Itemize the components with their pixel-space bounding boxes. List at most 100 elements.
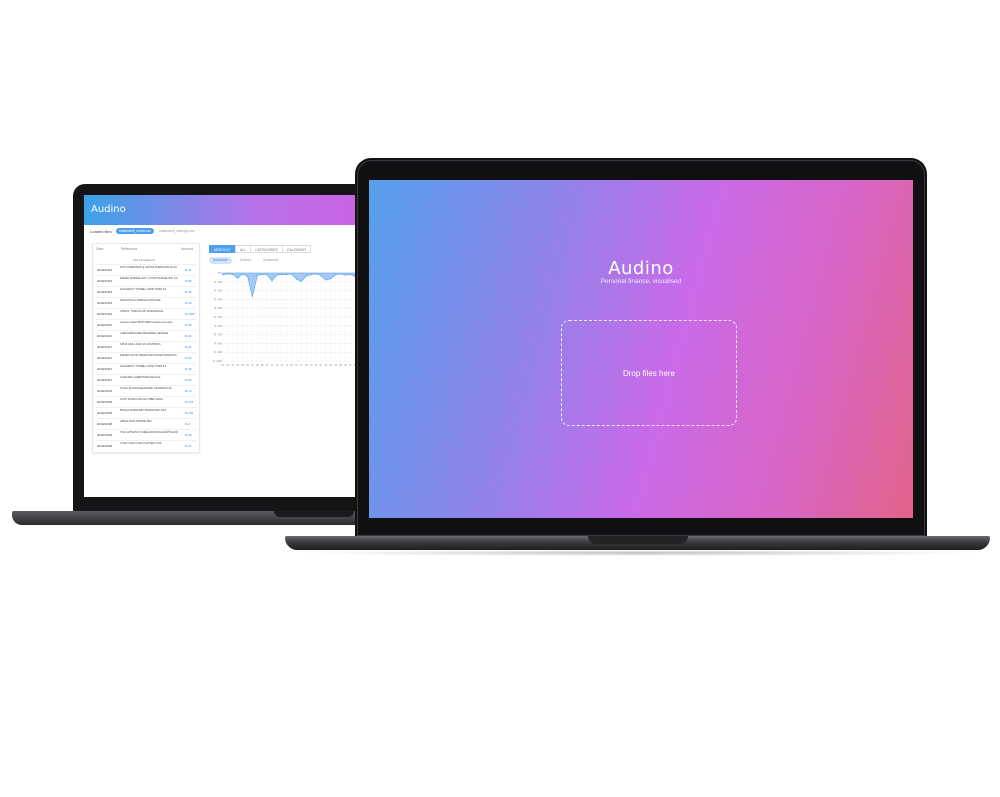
- x-tick-label: 13: [280, 364, 283, 367]
- table-row[interactable]: 2019/10/23 ENGEN MODDEL BAY 1 STOP MOSSEL…: [95, 275, 197, 286]
- data-point[interactable]: [251, 296, 253, 298]
- row-date: 2019/10/23: [97, 312, 113, 316]
- table-row[interactable]: 2019/10/21 SPUR GRILL AND GO PASTBOKS R-62: [95, 341, 197, 352]
- x-tick-label: 26: [344, 364, 347, 367]
- data-point[interactable]: [242, 273, 244, 275]
- x-tick-label: 06: [246, 364, 249, 367]
- row-amount: R-100: [185, 411, 194, 415]
- y-tick-label: R -300: [214, 297, 222, 301]
- month-tab-october[interactable]: October: [236, 257, 255, 264]
- table-row[interactable]: 2019/10/23 HUGUENOT TUNNEL CAPE TOWN ZA R-…: [95, 286, 197, 297]
- row-date: 2019/10/21: [97, 345, 113, 349]
- table-row[interactable]: 2019/10/18 BOOGA BURGUNDY BURGUNDY EST R-1…: [95, 407, 197, 418]
- transactions-table: Date Reference Amount 100 transactions 2…: [92, 243, 200, 453]
- x-tick-label: 02: [227, 364, 230, 367]
- row-date: 2019/10/23: [97, 279, 113, 283]
- x-tick-label: 08: [256, 364, 259, 367]
- tab-categories[interactable]: CATEGORIES: [250, 245, 283, 253]
- table-row[interactable]: 2019/10/21 HUGUENOT TUNNEL CAPE TOWN ZA R-…: [95, 363, 197, 374]
- x-tick-label: 07: [251, 364, 254, 367]
- x-tick-label: 27: [349, 364, 352, 367]
- row-amount: R-80: [185, 279, 192, 283]
- x-tick-label: 04: [236, 364, 239, 367]
- series-area: [222, 272, 366, 297]
- row-amount: R-45: [185, 367, 192, 371]
- table-row[interactable]: 2019/10/22 Amazon Video*MT8Y48RI4 amazon.…: [95, 319, 197, 330]
- row-date: 2019/10/18: [97, 411, 113, 415]
- data-point[interactable]: [320, 275, 322, 277]
- data-point[interactable]: [237, 277, 239, 279]
- row-amount: R-1000: [185, 312, 195, 316]
- table-row[interactable]: 2019/10/18 AUTO WORLD MOJAG SIBETHAGS R-27…: [95, 396, 197, 407]
- table-row[interactable]: 2019/10/18 TSA KAPTEIN KYLMEHAND BOOGAKAP…: [95, 429, 197, 440]
- row-date: 2019/10/18: [97, 433, 113, 437]
- x-tick-label: 22: [324, 364, 327, 367]
- data-point[interactable]: [300, 280, 302, 282]
- row-reference: TSA KAPTEIN KYLMEHAND BOOGAKAPTAHOR: [120, 431, 178, 434]
- file-dropzone[interactable]: Drop files here: [561, 320, 737, 426]
- table-row[interactable]: 2019/10/24 WTC DURBANVILLE 145782 DURBANV…: [95, 264, 197, 275]
- table-row[interactable]: 2019/10/21 ENGEN 1STOP WINELAND KRAAIFONT…: [95, 352, 197, 363]
- column-header-date[interactable]: Date: [96, 247, 103, 251]
- table-row[interactable]: 2019/10/21 ALOE DELI ALBERTINIA Albertini…: [95, 374, 197, 385]
- file-chip-credit[interactable]: statement_credit.csv: [116, 228, 155, 234]
- row-amount: R-90: [185, 356, 192, 360]
- tab-calendar[interactable]: CALENDAR: [281, 245, 311, 253]
- y-tick-label: R -100: [214, 280, 222, 284]
- data-point[interactable]: [291, 273, 293, 275]
- data-point[interactable]: [261, 273, 263, 275]
- row-date: 2019/10/21: [97, 378, 113, 382]
- table-row[interactable]: 2019/10/21 CHECKERS EDEN MEANDER GEORGE R-…: [95, 330, 197, 341]
- row-reference: HUGUENOT TUNNEL CAPE TOWN ZA: [120, 365, 167, 368]
- tab-all[interactable]: ALL: [234, 245, 252, 253]
- x-tick-label: 23: [329, 364, 332, 367]
- data-point[interactable]: [295, 278, 297, 280]
- y-tick-label: R 0: [218, 271, 223, 275]
- loaded-files-label: Loaded files: [90, 229, 112, 234]
- table-row[interactable]: 2019/10/23 #SNOWTICH TRANSACTION FEE R-20: [95, 297, 197, 308]
- month-tab-november[interactable]: November: [209, 257, 232, 264]
- data-point[interactable]: [315, 273, 317, 275]
- data-point[interactable]: [349, 273, 351, 275]
- row-amount: R-50: [185, 433, 192, 437]
- data-point[interactable]: [276, 274, 278, 276]
- row-date: 2019/10/18: [97, 400, 113, 404]
- data-point[interactable]: [246, 275, 248, 277]
- data-point[interactable]: [340, 273, 342, 275]
- x-tick-label: 19: [310, 364, 313, 367]
- data-point[interactable]: [325, 279, 327, 281]
- data-point[interactable]: [227, 273, 229, 275]
- table-row[interactable]: 2019/10/18 APPLE PAID AIRTIME R02 R-2: [95, 418, 197, 429]
- data-point[interactable]: [256, 275, 258, 277]
- file-chip-savings[interactable]: statement_savings.csv: [159, 229, 194, 233]
- row-date: 2019/10/24: [97, 268, 113, 272]
- table-row[interactable]: 2019/10/23 ATMOS, TOMLOC A/F RIVERSDALE R-…: [95, 308, 197, 319]
- x-tick-label: 11: [271, 364, 274, 367]
- table-row[interactable]: 2019/10/19 TOTAL RH MANNELDHOEK PASTBOKS …: [95, 385, 197, 396]
- column-header-amount[interactable]: Amount: [181, 247, 193, 251]
- data-point[interactable]: [281, 273, 283, 275]
- data-point[interactable]: [222, 274, 224, 276]
- data-point[interactable]: [305, 275, 307, 277]
- data-point[interactable]: [344, 274, 346, 276]
- data-point[interactable]: [232, 273, 234, 275]
- data-point[interactable]: [266, 274, 268, 276]
- data-point[interactable]: [286, 274, 288, 276]
- row-date: 2019/10/18: [97, 422, 113, 426]
- x-tick-label: 09: [261, 364, 264, 367]
- data-point[interactable]: [335, 274, 337, 276]
- month-tab-september[interactable]: September: [259, 257, 283, 264]
- table-row[interactable]: 2019/10/18 LOVE CAKE CAFE PLATTEKLOOF R-27: [95, 440, 197, 451]
- x-tick-label: 17: [300, 364, 303, 367]
- data-point[interactable]: [310, 274, 312, 276]
- tab-monthly[interactable]: MONTHLY: [209, 245, 236, 253]
- row-amount: R-45: [185, 290, 192, 294]
- column-header-reference[interactable]: Reference: [121, 247, 137, 251]
- app-title: Audino: [91, 204, 126, 215]
- y-tick-label: R -400: [214, 306, 222, 310]
- data-point[interactable]: [271, 280, 273, 282]
- y-tick-label: R -700: [214, 333, 222, 337]
- app-header: Audino: [84, 195, 369, 225]
- x-tick-label: 05: [241, 364, 244, 367]
- data-point[interactable]: [330, 278, 332, 280]
